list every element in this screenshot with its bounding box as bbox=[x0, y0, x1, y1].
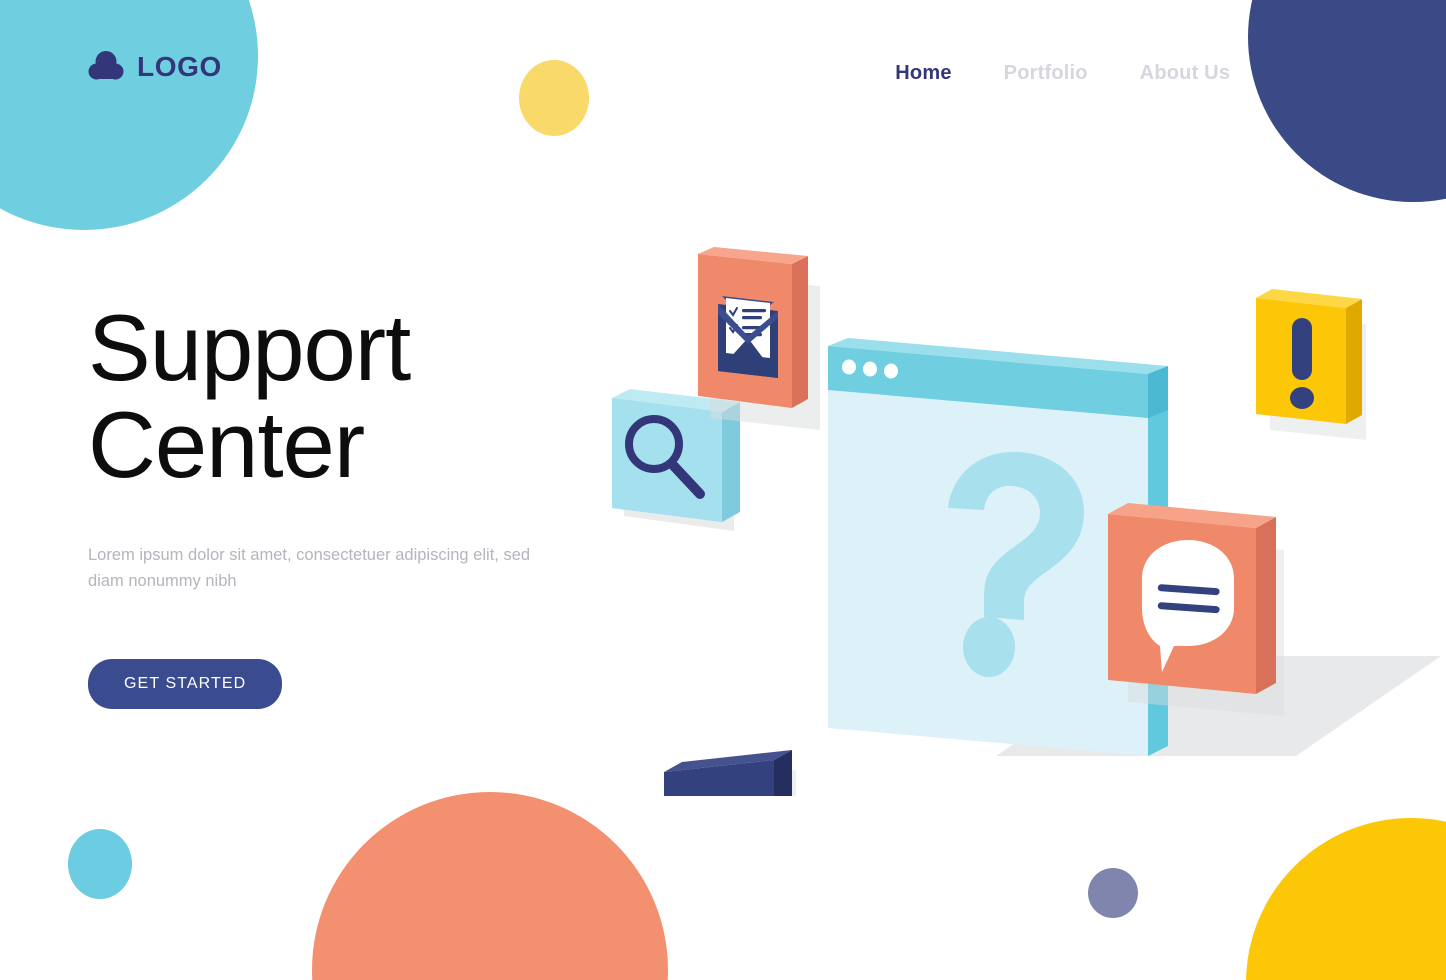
landing-page: LOGO Home Portfolio About Us Contact Sup… bbox=[0, 0, 1446, 980]
site-header: LOGO Home Portfolio About Us Contact bbox=[0, 0, 1446, 150]
nav-item-home[interactable]: Home bbox=[895, 62, 951, 85]
page-title: Support Center bbox=[88, 295, 411, 497]
cloud-logo-icon bbox=[88, 51, 124, 80]
decor-yellow-circle-bottom-right bbox=[1246, 818, 1446, 980]
brand-name: LOGO bbox=[137, 51, 222, 82]
decor-salmon-circle-bottom bbox=[312, 792, 668, 980]
alert-card bbox=[1256, 289, 1366, 440]
decor-cyan-circle-small-left bbox=[68, 829, 132, 899]
nav-item-about-us[interactable]: About Us bbox=[1140, 62, 1230, 85]
nav-item-portfolio[interactable]: Portfolio bbox=[1004, 62, 1088, 85]
decor-navy-circle-top-right bbox=[1248, 0, 1446, 202]
chat-card bbox=[1108, 503, 1284, 716]
hero-section: Support Center Lorem ipsum dolor sit ame… bbox=[88, 295, 608, 710]
decor-purple-circle-small bbox=[1088, 868, 1138, 918]
brand-logo[interactable]: LOGO bbox=[88, 50, 222, 84]
support-center-illustration: FAQ bbox=[596, 226, 1446, 796]
hero-subtitle: Lorem ipsum dolor sit amet, consectetuer… bbox=[88, 545, 531, 591]
faq-card: FAQ bbox=[664, 750, 825, 796]
envelope-card bbox=[698, 247, 820, 430]
get-started-button[interactable]: GET STARTED bbox=[88, 659, 283, 710]
exclamation-mark-icon bbox=[1290, 318, 1314, 409]
envelope-checklist-icon bbox=[718, 296, 778, 378]
